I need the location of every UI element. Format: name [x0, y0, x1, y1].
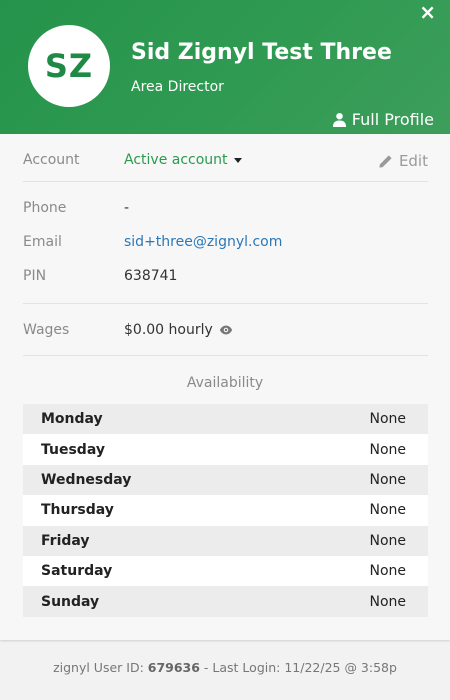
day-value: None — [369, 593, 406, 610]
pin-label: PIN — [23, 268, 47, 284]
availability-table: Monday None Tuesday None Wednesday None Thu… — [23, 404, 428, 617]
day-row: Monday None — [23, 404, 428, 435]
day-value: None — [369, 532, 406, 549]
day-value: None — [369, 411, 406, 428]
full-profile-link[interactable]: Full Profile — [332, 110, 434, 129]
user-role: Area Director — [131, 79, 224, 95]
day-row: Saturday None — [23, 555, 428, 587]
day-name: Friday — [41, 532, 90, 549]
pencil-icon — [379, 154, 392, 168]
day-name: Saturday — [41, 563, 113, 580]
account-status-text: Active account — [124, 152, 228, 168]
profile-panel: Account Active account Edit Phone - Emai… — [0, 134, 450, 640]
day-row: Friday None — [23, 525, 428, 556]
close-button[interactable]: × — [419, 2, 436, 22]
user-id-prefix: zignyl User ID: — [53, 660, 148, 675]
day-name: Wednesday — [41, 471, 132, 488]
email-link[interactable]: sid+three@zignyl.com — [124, 234, 282, 250]
phone-value: - — [124, 200, 130, 216]
wages-value: $0.00 hourly — [124, 322, 213, 338]
divider — [23, 355, 428, 356]
account-status-dropdown[interactable]: Active account — [124, 152, 242, 168]
user-icon — [332, 112, 346, 127]
wages-label: Wages — [23, 322, 70, 338]
footer-info: zignyl User ID: 679636 - Last Login: 11/… — [0, 660, 450, 675]
last-login: - Last Login: 11/22/25 @ 3:58p — [199, 660, 397, 675]
day-value: None — [369, 471, 406, 488]
day-name: Tuesday — [41, 441, 105, 458]
phone-row: Phone - — [23, 200, 428, 216]
avatar: SZ — [28, 25, 110, 107]
account-label: Account — [23, 152, 80, 168]
day-row: Tuesday None — [23, 434, 428, 465]
day-name: Monday — [41, 411, 103, 428]
day-value: None — [369, 441, 406, 458]
phone-label: Phone — [23, 200, 67, 216]
day-value: None — [369, 502, 406, 519]
email-label: Email — [23, 234, 62, 250]
day-row: Wednesday None — [23, 464, 428, 496]
profile-header: × SZ Sid Zignyl Test Three Area Director… — [0, 0, 450, 134]
full-profile-label: Full Profile — [351, 110, 434, 129]
account-row: Account Active account — [23, 152, 428, 168]
user-id: 679636 — [147, 660, 200, 675]
edit-label: Edit — [398, 152, 428, 170]
day-value: None — [369, 563, 406, 580]
day-row: Thursday None — [23, 495, 428, 526]
caret-down-icon — [233, 157, 242, 163]
day-name: Sunday — [41, 593, 100, 610]
wages-row: Wages $0.00 hourly — [23, 322, 428, 338]
availability-title: Availability — [186, 375, 264, 391]
edit-button[interactable]: Edit — [378, 152, 428, 170]
email-row: Email sid+three@zignyl.com — [23, 234, 428, 250]
day-name: Thursday — [41, 502, 114, 519]
day-row: Sunday None — [23, 586, 428, 617]
pin-value: 638741 — [124, 268, 178, 284]
eye-icon[interactable] — [219, 323, 233, 337]
user-name: Sid Zignyl Test Three — [131, 40, 392, 65]
pin-row: PIN 638741 — [23, 268, 428, 284]
divider — [23, 303, 428, 304]
divider — [23, 181, 428, 182]
